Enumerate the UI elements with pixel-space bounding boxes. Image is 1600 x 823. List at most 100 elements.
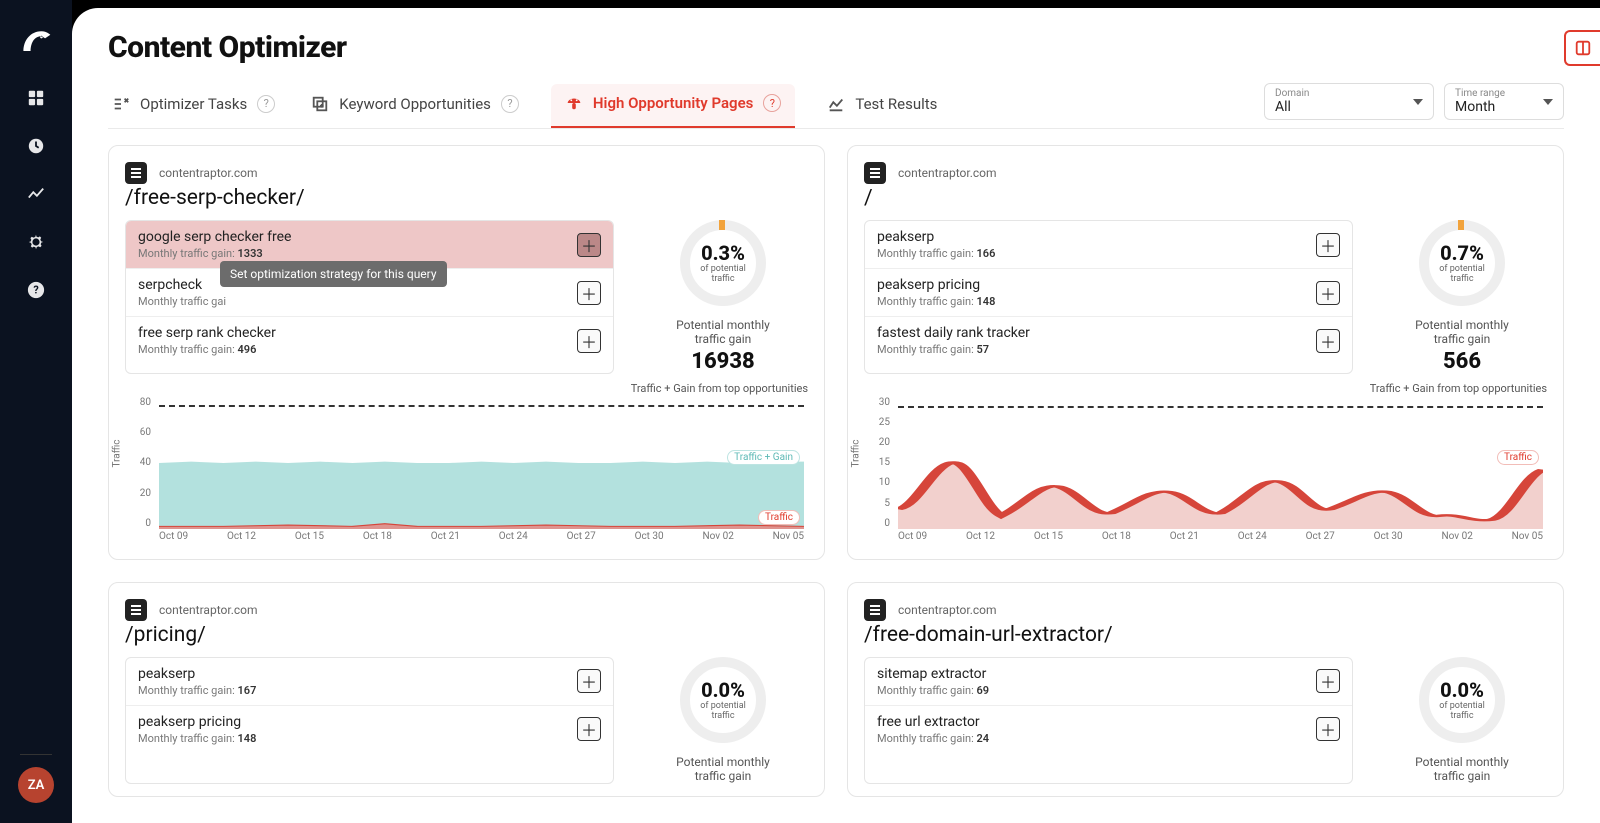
query-row[interactable]: peakserp pricingMonthly traffic gain: 14…	[865, 269, 1352, 317]
add-strategy-button[interactable]: ＋	[577, 669, 601, 693]
add-strategy-button[interactable]: ＋	[1316, 281, 1340, 305]
select-label: Time range	[1455, 88, 1533, 99]
tab-test-results[interactable]: Test Results	[823, 85, 941, 127]
query-list: peakserpMonthly traffic gain: 167 ＋ peak…	[125, 657, 614, 784]
query-gain: Monthly traffic gain: 496	[138, 343, 276, 356]
opportunity-card: contentraptor.com /free-serp-checker/ go…	[108, 145, 825, 560]
add-strategy-button[interactable]: ＋	[1316, 329, 1340, 353]
page-title: Content Optimizer	[108, 30, 1564, 65]
add-strategy-button[interactable]: ＋	[577, 233, 601, 257]
query-gain: Monthly traffic gain: 148	[138, 732, 256, 745]
chart-icon[interactable]	[26, 184, 46, 204]
time-range-select[interactable]: Time range Month	[1444, 83, 1564, 120]
chart-legend: Traffic + Gain from top opportunities	[864, 382, 1547, 395]
card-domain: contentraptor.com	[159, 166, 258, 180]
potential-monthly-label: Potential monthly traffic gain	[676, 755, 770, 784]
potential-label: of potential traffic	[1439, 265, 1485, 285]
tab-label: High Opportunity Pages	[593, 94, 753, 112]
help-dot-icon[interactable]: ?	[257, 95, 275, 113]
help-dot-icon[interactable]: ?	[763, 94, 781, 112]
y-axis: 806040200	[125, 397, 155, 529]
help-icon[interactable]: ?	[26, 280, 46, 300]
divider	[20, 754, 52, 755]
gear-icon[interactable]	[26, 232, 46, 252]
add-strategy-button[interactable]: ＋	[577, 281, 601, 305]
query-text: fastest daily rank tracker	[877, 325, 1030, 341]
query-text: peakserp	[138, 666, 256, 682]
tab-label: Optimizer Tasks	[140, 95, 247, 113]
legend-tag: Traffic	[758, 510, 800, 525]
results-icon	[827, 95, 845, 113]
query-row[interactable]: sitemap extractorMonthly traffic gain: 6…	[865, 658, 1352, 706]
card-path: /free-serp-checker/	[125, 186, 808, 210]
query-gain: Monthly traffic gain: 166	[877, 247, 995, 260]
mushroom-icon	[565, 94, 583, 112]
query-row[interactable]: peakserp pricing Monthly traffic gain: 14…	[126, 706, 613, 753]
query-text: free url extractor	[877, 714, 989, 730]
metric-panel: 0.3% of potential traffic Potential mont…	[638, 220, 808, 374]
potential-ring: 0.3% of potential traffic	[680, 220, 766, 306]
domain-select[interactable]: Domain All	[1264, 83, 1434, 120]
add-strategy-button[interactable]: ＋	[1316, 233, 1340, 257]
query-row[interactable]: fastest daily rank tracker Monthly traffi…	[865, 317, 1352, 364]
notes-button[interactable]	[1564, 30, 1600, 66]
add-strategy-button[interactable]: ＋	[1316, 717, 1340, 741]
clock-icon[interactable]	[26, 136, 46, 156]
potential-ring: 0.0% of potential traffic	[680, 657, 766, 743]
query-row[interactable]: free url extractorMonthly traffic gain: …	[865, 706, 1352, 753]
query-list: peakserp Monthly traffic gain: 166 ＋ peak…	[864, 220, 1353, 374]
chart: Traffic + Gain from top opportunities Tr…	[125, 382, 808, 547]
card-path: /pricing/	[125, 623, 808, 647]
tab-optimizer-tasks[interactable]: Optimizer Tasks ?	[108, 85, 279, 127]
query-text: peakserp pricing	[877, 277, 995, 293]
sidebar: ? ZA	[0, 0, 72, 823]
dashboard-icon[interactable]	[26, 88, 46, 108]
query-row[interactable]: free serp rank checker Monthly traffic g…	[126, 317, 613, 364]
query-text: google serp checker free	[138, 229, 291, 245]
query-row[interactable]: peakserpMonthly traffic gain: 167 ＋	[126, 658, 613, 706]
user-avatar[interactable]: ZA	[18, 767, 54, 803]
x-axis: Oct 09Oct 12Oct 15Oct 18Oct 21Oct 24Oct …	[159, 531, 804, 547]
select-value: Month	[1455, 99, 1533, 115]
query-text: sitemap extractor	[877, 666, 989, 682]
potential-monthly-value: 566	[1443, 349, 1481, 374]
select-label: Domain	[1275, 88, 1403, 99]
chart-legend: Traffic + Gain from top opportunities	[125, 382, 808, 395]
query-text: peakserp	[877, 229, 995, 245]
chart-ylabel: Traffic	[112, 439, 123, 467]
tab-high-opportunity-pages[interactable]: High Opportunity Pages ?	[551, 84, 795, 128]
card-domain: contentraptor.com	[898, 166, 997, 180]
target-line	[159, 405, 804, 407]
page-icon	[864, 599, 886, 621]
potential-monthly-label: Potential monthly traffic gain	[1415, 755, 1509, 784]
potential-monthly-label: Potential monthly traffic gain	[676, 318, 770, 347]
query-text: serpcheck	[138, 277, 226, 293]
potential-pct: 0.0%	[1440, 678, 1484, 702]
metric-panel: 0.0% of potential traffic Potential mont…	[1377, 657, 1547, 784]
potential-ring: 0.7% of potential traffic	[1419, 220, 1505, 306]
metric-panel: 0.7% of potential traffic Potential mont…	[1377, 220, 1547, 374]
target-line	[898, 406, 1543, 408]
x-axis: Oct 09Oct 12Oct 15Oct 18Oct 21Oct 24Oct …	[898, 531, 1543, 547]
query-text: peakserp pricing	[138, 714, 256, 730]
potential-pct: 0.0%	[701, 678, 745, 702]
y-axis: 302520151050	[864, 397, 894, 529]
page-icon	[864, 162, 886, 184]
add-strategy-button[interactable]: ＋	[577, 329, 601, 353]
page-icon	[125, 599, 147, 621]
query-gain: Monthly traffic gai	[138, 295, 226, 308]
main-panel: Content Optimizer Optimizer Tasks ? Keyw…	[72, 8, 1600, 823]
app-logo	[18, 24, 54, 60]
potential-ring: 0.0% of potential traffic	[1419, 657, 1505, 743]
add-strategy-button[interactable]: ＋	[1316, 669, 1340, 693]
query-row[interactable]: peakserp Monthly traffic gain: 166 ＋	[865, 221, 1352, 269]
add-strategy-button[interactable]: ＋	[577, 717, 601, 741]
chevron-down-icon	[1413, 99, 1423, 105]
tab-keyword-opportunities[interactable]: Keyword Opportunities ?	[307, 85, 523, 127]
area-chart	[898, 397, 1543, 529]
tooltip: Set optimization strategy for this query	[220, 261, 447, 287]
query-gain: Monthly traffic gain: 57	[877, 343, 1030, 356]
help-dot-icon[interactable]: ?	[501, 95, 519, 113]
opportunity-card: contentraptor.com /pricing/ peakserpMont…	[108, 582, 825, 797]
page-icon	[125, 162, 147, 184]
